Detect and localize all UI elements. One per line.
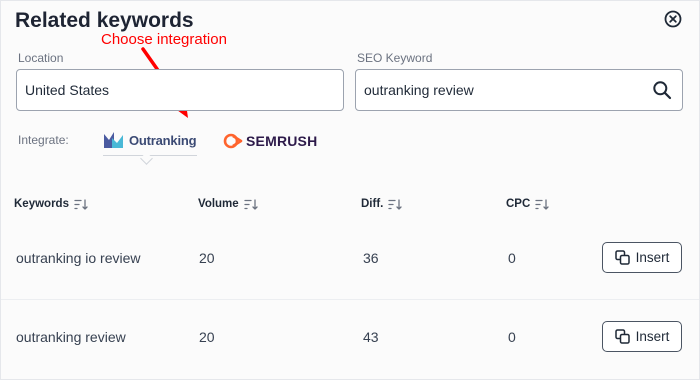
seo-keyword-input[interactable]: outranking review xyxy=(355,69,683,111)
close-circle-icon xyxy=(664,10,682,28)
outranking-logo-icon xyxy=(104,132,123,148)
seo-keyword-label: SEO Keyword xyxy=(357,51,433,65)
sort-icon xyxy=(74,198,88,210)
copy-icon xyxy=(614,329,630,344)
related-keywords-dialog: Related keywords Choose integration Loca… xyxy=(0,0,700,380)
annotation-label: Choose integration xyxy=(101,31,227,48)
column-header-keywords[interactable]: Keywords xyxy=(14,198,88,210)
volume-cell: 20 xyxy=(199,250,215,266)
diff-cell: 43 xyxy=(363,329,379,345)
dialog-title: Related keywords xyxy=(15,9,194,32)
insert-label: Insert xyxy=(635,250,670,265)
location-value: United States xyxy=(25,82,110,98)
copy-icon xyxy=(614,250,630,265)
integrate-label: Integrate: xyxy=(18,133,69,147)
column-header-label: Keywords xyxy=(14,198,69,210)
sort-icon xyxy=(388,198,403,210)
semrush-logo-icon xyxy=(223,133,243,149)
insert-label: Insert xyxy=(635,329,670,344)
search-button[interactable] xyxy=(652,80,672,103)
keyword-cell: outranking io review xyxy=(16,250,141,266)
sort-icon xyxy=(244,198,258,210)
cpc-cell: 0 xyxy=(508,250,516,266)
close-button[interactable] xyxy=(664,10,682,28)
insert-button[interactable]: Insert xyxy=(602,321,682,352)
semrush-label: SEMRUSH xyxy=(246,133,318,149)
integration-tab-semrush[interactable]: SEMRUSH xyxy=(223,129,317,153)
column-header-label: Volume xyxy=(198,198,239,210)
keyword-cell: outranking review xyxy=(16,329,126,345)
column-header-label: CPC xyxy=(506,198,531,210)
cpc-cell: 0 xyxy=(508,329,516,345)
table-row: outranking io review 20 36 0 Insert xyxy=(1,219,699,300)
column-header-diff[interactable]: Diff. xyxy=(361,198,403,210)
integration-tab-outranking[interactable]: Outranking xyxy=(103,125,197,156)
diff-cell: 36 xyxy=(363,250,379,266)
seo-keyword-value: outranking review xyxy=(364,82,474,98)
table-row: outranking review 20 43 0 Insert xyxy=(1,299,699,379)
outranking-label: Outranking xyxy=(129,132,197,148)
location-label: Location xyxy=(18,51,64,65)
volume-cell: 20 xyxy=(199,329,215,345)
sort-icon xyxy=(535,198,549,210)
column-header-volume[interactable]: Volume xyxy=(198,198,258,210)
search-icon xyxy=(653,81,672,100)
location-field[interactable]: United States xyxy=(16,69,344,111)
column-header-cpc[interactable]: CPC xyxy=(506,198,549,210)
insert-button[interactable]: Insert xyxy=(602,242,682,273)
column-header-label: Diff. xyxy=(361,198,384,210)
